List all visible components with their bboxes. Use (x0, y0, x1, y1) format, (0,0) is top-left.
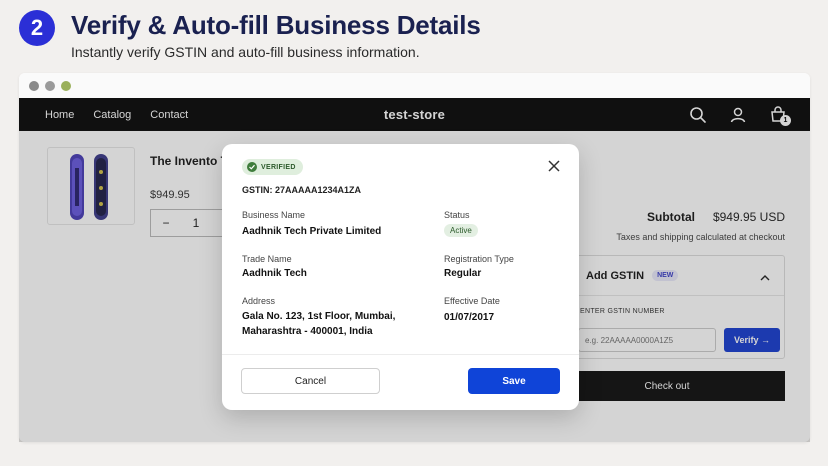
browser-chrome-bar (19, 73, 810, 98)
address-label: Address (242, 296, 276, 306)
business-name-label: Business Name (242, 210, 306, 220)
page-headline: Verify & Auto-fill Business Details (71, 10, 481, 40)
window-minimize-dot[interactable] (45, 80, 55, 91)
trade-name-label: Trade Name (242, 254, 292, 264)
close-icon[interactable] (547, 159, 561, 173)
modal-divider (222, 354, 579, 355)
save-button[interactable]: Save (468, 368, 560, 394)
verified-badge: VERIFIED (242, 159, 303, 175)
page-subheadline: Instantly verify GSTIN and auto-fill bus… (71, 44, 420, 60)
window-close-dot[interactable] (29, 80, 39, 91)
cancel-button[interactable]: Cancel (241, 368, 380, 394)
address-line-2: Maharashtra - 400001, India (242, 326, 373, 337)
gstin-verification-modal: VERIFIED GSTIN: 27AAAAA1234A1ZA Business… (222, 144, 579, 410)
step-number-badge: 2 (19, 10, 55, 46)
address-line-1: Gala No. 123, 1st Floor, Mumbai, (242, 311, 396, 322)
trade-name-value: Aadhnik Tech (242, 268, 307, 279)
check-icon (247, 162, 257, 172)
window-maximize-dot[interactable] (61, 80, 71, 91)
verified-gstin: GSTIN: 27AAAAA1234A1ZA (242, 185, 362, 195)
verified-badge-label: VERIFIED (261, 163, 296, 171)
effective-date-value: 01/07/2017 (444, 312, 495, 323)
status-badge: Active (444, 224, 478, 237)
business-name-value: Aadhnik Tech Private Limited (242, 226, 382, 237)
effective-date-label: Effective Date (444, 296, 500, 306)
status-label: Status (444, 210, 470, 220)
registration-type-label: Registration Type (444, 254, 514, 264)
registration-type-value: Regular (444, 268, 482, 279)
